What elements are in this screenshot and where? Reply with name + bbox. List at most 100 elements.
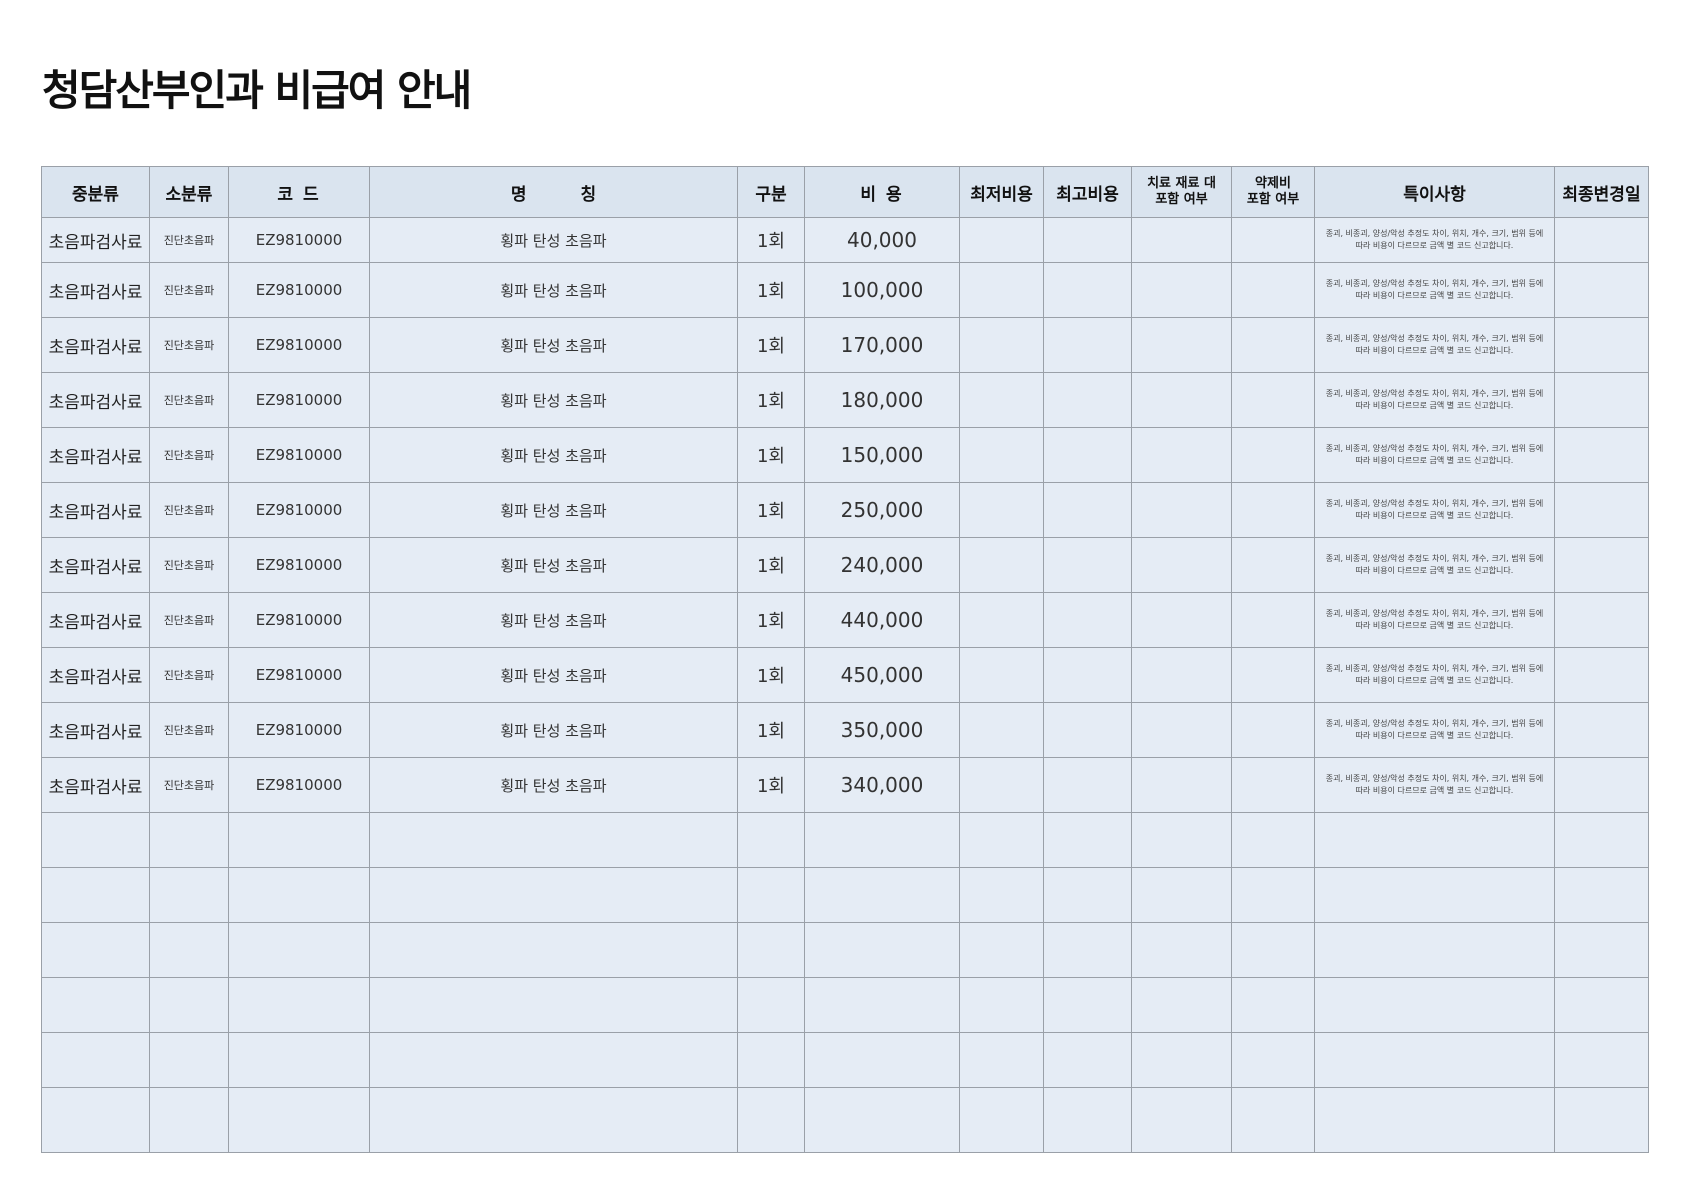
cell-name: 횡파 탄성 초음파	[369, 217, 738, 263]
cell-min-cost	[959, 757, 1044, 813]
cell-unit: 1회	[737, 217, 805, 263]
cell-drug-included	[1231, 702, 1315, 758]
empty-cell	[228, 922, 370, 978]
cell-name: 횡파 탄성 초음파	[369, 592, 738, 648]
cell-cost: 100,000	[804, 262, 960, 318]
empty-cell	[1131, 812, 1232, 868]
cell-mid-category: 초음파검사료	[41, 537, 150, 593]
cell-code: EZ9810000	[228, 647, 370, 703]
cell-note: 종괴, 비종괴, 양성/악성 추정도 차이, 위치, 개수, 크기, 범위 등에…	[1314, 537, 1555, 593]
cell-max-cost	[1043, 217, 1132, 263]
cell-mid-category: 초음파검사료	[41, 217, 150, 263]
empty-cell	[149, 1087, 229, 1153]
header-unit: 구분	[737, 166, 805, 218]
empty-cell	[1131, 1087, 1232, 1153]
cell-sub-category: 진단초음파	[149, 262, 229, 318]
cell-sub-category: 진단초음파	[149, 372, 229, 428]
empty-cell	[737, 977, 805, 1033]
header-min-cost: 최저비용	[959, 166, 1044, 218]
header-sub-category: 소분류	[149, 166, 229, 218]
cell-drug-included	[1231, 217, 1315, 263]
cell-last-changed	[1554, 702, 1649, 758]
cell-material-included	[1131, 757, 1232, 813]
header-last-changed: 최종변경일	[1554, 166, 1649, 218]
empty-cell	[959, 1032, 1044, 1088]
cell-cost: 240,000	[804, 537, 960, 593]
empty-cell	[369, 922, 738, 978]
empty-cell	[1231, 922, 1315, 978]
cell-code: EZ9810000	[228, 757, 370, 813]
note-line2: 따라 비용이 다르므로 금액 별 코드 신고합니다.	[1355, 241, 1514, 250]
empty-cell	[1131, 1032, 1232, 1088]
header-material-line2: 포함 여부	[1155, 192, 1208, 207]
empty-cell	[1554, 812, 1649, 868]
cell-material-included	[1131, 647, 1232, 703]
note-line2: 따라 비용이 다르므로 금액 별 코드 신고합니다.	[1355, 511, 1514, 520]
cell-name: 횡파 탄성 초음파	[369, 482, 738, 538]
empty-cell	[41, 922, 150, 978]
note-line2: 따라 비용이 다르므로 금액 별 코드 신고합니다.	[1355, 566, 1514, 575]
empty-cell	[1554, 867, 1649, 923]
empty-cell	[1131, 922, 1232, 978]
cell-last-changed	[1554, 537, 1649, 593]
cell-sub-category: 진단초음파	[149, 647, 229, 703]
empty-cell	[737, 922, 805, 978]
cell-cost: 170,000	[804, 317, 960, 373]
cell-code: EZ9810000	[228, 592, 370, 648]
cell-sub-category: 진단초음파	[149, 217, 229, 263]
cell-max-cost	[1043, 317, 1132, 373]
empty-cell	[1314, 1032, 1555, 1088]
cell-code: EZ9810000	[228, 702, 370, 758]
empty-cell	[1043, 977, 1132, 1033]
cell-cost: 150,000	[804, 427, 960, 483]
note-line1: 종괴, 비종괴, 양성/악성 추정도 차이, 위치, 개수, 크기, 범위 등에	[1325, 554, 1544, 564]
empty-cell	[228, 812, 370, 868]
cell-sub-category: 진단초음파	[149, 757, 229, 813]
cell-unit: 1회	[737, 592, 805, 648]
empty-cell	[41, 867, 150, 923]
empty-cell	[228, 867, 370, 923]
cell-note: 종괴, 비종괴, 양성/악성 추정도 차이, 위치, 개수, 크기, 범위 등에…	[1314, 482, 1555, 538]
table-row: 초음파검사료 진단초음파 EZ9810000 횡파 탄성 초음파 1회 450,…	[41, 647, 1649, 703]
cell-mid-category: 초음파검사료	[41, 317, 150, 373]
cell-note: 종괴, 비종괴, 양성/악성 추정도 차이, 위치, 개수, 크기, 범위 등에…	[1314, 647, 1555, 703]
table-row: 초음파검사료 진단초음파 EZ9810000 횡파 탄성 초음파 1회 180,…	[41, 372, 1649, 428]
empty-cell	[1314, 977, 1555, 1033]
cell-mid-category: 초음파검사료	[41, 372, 150, 428]
header-code: 코 드	[228, 166, 370, 218]
cell-drug-included	[1231, 537, 1315, 593]
empty-cell	[959, 977, 1044, 1033]
cell-max-cost	[1043, 482, 1132, 538]
header-material-included: 치료 재료 대 포함 여부	[1131, 166, 1232, 218]
empty-cell	[41, 1032, 150, 1088]
empty-cell	[1043, 1087, 1132, 1153]
cell-unit: 1회	[737, 537, 805, 593]
cell-note: 종괴, 비종괴, 양성/악성 추정도 차이, 위치, 개수, 크기, 범위 등에…	[1314, 757, 1555, 813]
empty-cell	[737, 867, 805, 923]
empty-cell	[1231, 867, 1315, 923]
cell-max-cost	[1043, 427, 1132, 483]
cell-cost: 440,000	[804, 592, 960, 648]
cell-material-included	[1131, 482, 1232, 538]
empty-cell	[804, 867, 960, 923]
cell-code: EZ9810000	[228, 317, 370, 373]
empty-cell	[1231, 1032, 1315, 1088]
empty-cell	[1231, 812, 1315, 868]
cell-sub-category: 진단초음파	[149, 482, 229, 538]
empty-cell	[737, 1087, 805, 1153]
empty-cell	[959, 1087, 1044, 1153]
cell-unit: 1회	[737, 317, 805, 373]
note-line2: 따라 비용이 다르므로 금액 별 코드 신고합니다.	[1355, 346, 1514, 355]
empty-cell	[959, 867, 1044, 923]
empty-cell	[149, 977, 229, 1033]
cell-name: 횡파 탄성 초음파	[369, 537, 738, 593]
header-name: 명 칭	[369, 166, 738, 218]
empty-cell	[149, 922, 229, 978]
note-line1: 종괴, 비종괴, 양성/악성 추정도 차이, 위치, 개수, 크기, 범위 등에	[1325, 279, 1544, 289]
cell-name: 횡파 탄성 초음파	[369, 262, 738, 318]
empty-cell	[1554, 1087, 1649, 1153]
table-row: 초음파검사료 진단초음파 EZ9810000 횡파 탄성 초음파 1회 440,…	[41, 592, 1649, 648]
table-row: 초음파검사료 진단초음파 EZ9810000 횡파 탄성 초음파 1회 150,…	[41, 427, 1649, 483]
empty-cell	[41, 1087, 150, 1153]
table-row: 초음파검사료 진단초음파 EZ9810000 횡파 탄성 초음파 1회 40,0…	[41, 217, 1649, 263]
